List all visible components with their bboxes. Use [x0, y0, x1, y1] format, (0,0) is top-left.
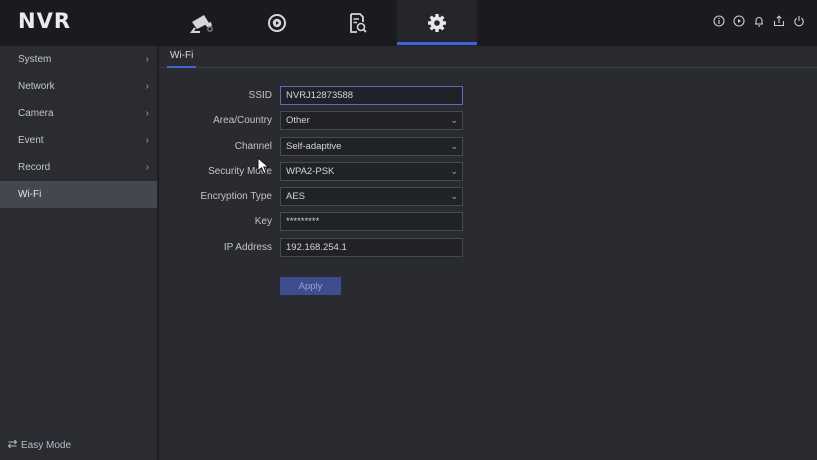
- ip-address-label: IP Address: [223, 242, 272, 253]
- file-search-icon: [349, 13, 367, 33]
- power-icon[interactable]: [792, 14, 805, 28]
- form-row-key: Key *********: [159, 212, 817, 231]
- nav-tab-live-view[interactable]: [162, 0, 242, 46]
- nav-tab-configuration[interactable]: [397, 0, 477, 46]
- playback-icon: [267, 13, 287, 33]
- easy-mode-label: Easy Mode: [21, 440, 72, 451]
- mouse-cursor-icon: [257, 156, 271, 180]
- top-right-icons: [712, 14, 805, 28]
- record-icon[interactable]: [732, 14, 745, 28]
- top-bar: NVR: [0, 0, 817, 46]
- channel-select[interactable]: Self-adaptive ⌄: [280, 137, 463, 156]
- apply-button[interactable]: Apply: [280, 277, 341, 295]
- form-row-ssid: SSID NVRJ12873588: [159, 86, 817, 105]
- form-row-ip-address: IP Address 192.168.254.1: [159, 238, 817, 257]
- ssid-label: SSID: [248, 90, 272, 101]
- security-mode-select[interactable]: WPA2-PSK ⌄: [280, 162, 463, 181]
- channel-label: Channel: [234, 141, 272, 152]
- ssid-value: NVRJ12873588: [286, 90, 354, 101]
- sidebar-item-label: Network: [18, 81, 55, 92]
- encryption-type-label: Encryption Type: [200, 191, 272, 202]
- area-country-label: Area/Country: [213, 115, 272, 126]
- sidebar-item-label: Record: [18, 162, 51, 173]
- form-row-encryption-type: Encryption Type AES ⌄: [159, 187, 817, 206]
- chevron-down-icon: ⌄: [450, 166, 458, 176]
- key-password-input[interactable]: *********: [280, 212, 463, 231]
- alarm-icon[interactable]: [752, 14, 765, 28]
- channel-value: Self-adaptive: [286, 141, 342, 152]
- area-country-select[interactable]: Other ⌄: [280, 111, 463, 130]
- key-value: *********: [286, 216, 320, 227]
- content-header: Wi-Fi: [159, 46, 817, 68]
- nav-tab-playback[interactable]: [237, 0, 317, 46]
- swap-icon: [7, 439, 18, 451]
- encryption-type-select[interactable]: AES ⌄: [280, 187, 463, 206]
- sidebar-item-system[interactable]: System ›: [0, 46, 157, 73]
- key-label: Key: [254, 216, 272, 227]
- sidebar-item-label: System: [18, 54, 52, 65]
- gear-icon: [427, 13, 447, 33]
- sidebar: System › Network › Camera › Event › Reco…: [0, 46, 158, 460]
- tab-wifi[interactable]: Wi-Fi: [167, 50, 197, 68]
- chevron-down-icon: ⌄: [450, 191, 458, 201]
- form-row-channel: Channel Self-adaptive ⌄: [159, 137, 817, 156]
- easy-mode-button[interactable]: Easy Mode: [7, 439, 72, 451]
- chevron-down-icon: ⌄: [450, 141, 458, 151]
- area-country-value: Other: [286, 115, 310, 126]
- main-content: Wi-Fi SSID NVRJ12873588 Area/Country Oth…: [159, 46, 817, 460]
- camera-icon: [189, 13, 215, 33]
- form-row-area-country: Area/Country Other ⌄: [159, 111, 817, 130]
- export-icon[interactable]: [772, 14, 785, 28]
- chevron-down-icon: ⌄: [450, 115, 458, 125]
- info-icon[interactable]: [712, 14, 725, 28]
- chevron-right-icon: ›: [145, 54, 149, 65]
- encryption-type-value: AES: [286, 191, 306, 202]
- security-mode-label: Security Mode: [208, 166, 272, 177]
- nav-tab-file-search[interactable]: [318, 0, 398, 46]
- ip-address-value: 192.168.254.1: [286, 242, 347, 253]
- ssid-input[interactable]: NVRJ12873588: [280, 86, 463, 105]
- sidebar-item-label: Camera: [18, 108, 54, 119]
- nvr-logo: NVR: [18, 9, 71, 33]
- sidebar-item-label: Wi-Fi: [18, 189, 42, 200]
- security-mode-value: WPA2-PSK: [286, 166, 335, 177]
- sidebar-item-label: Event: [18, 135, 44, 146]
- ip-address-input[interactable]: 192.168.254.1: [280, 238, 463, 257]
